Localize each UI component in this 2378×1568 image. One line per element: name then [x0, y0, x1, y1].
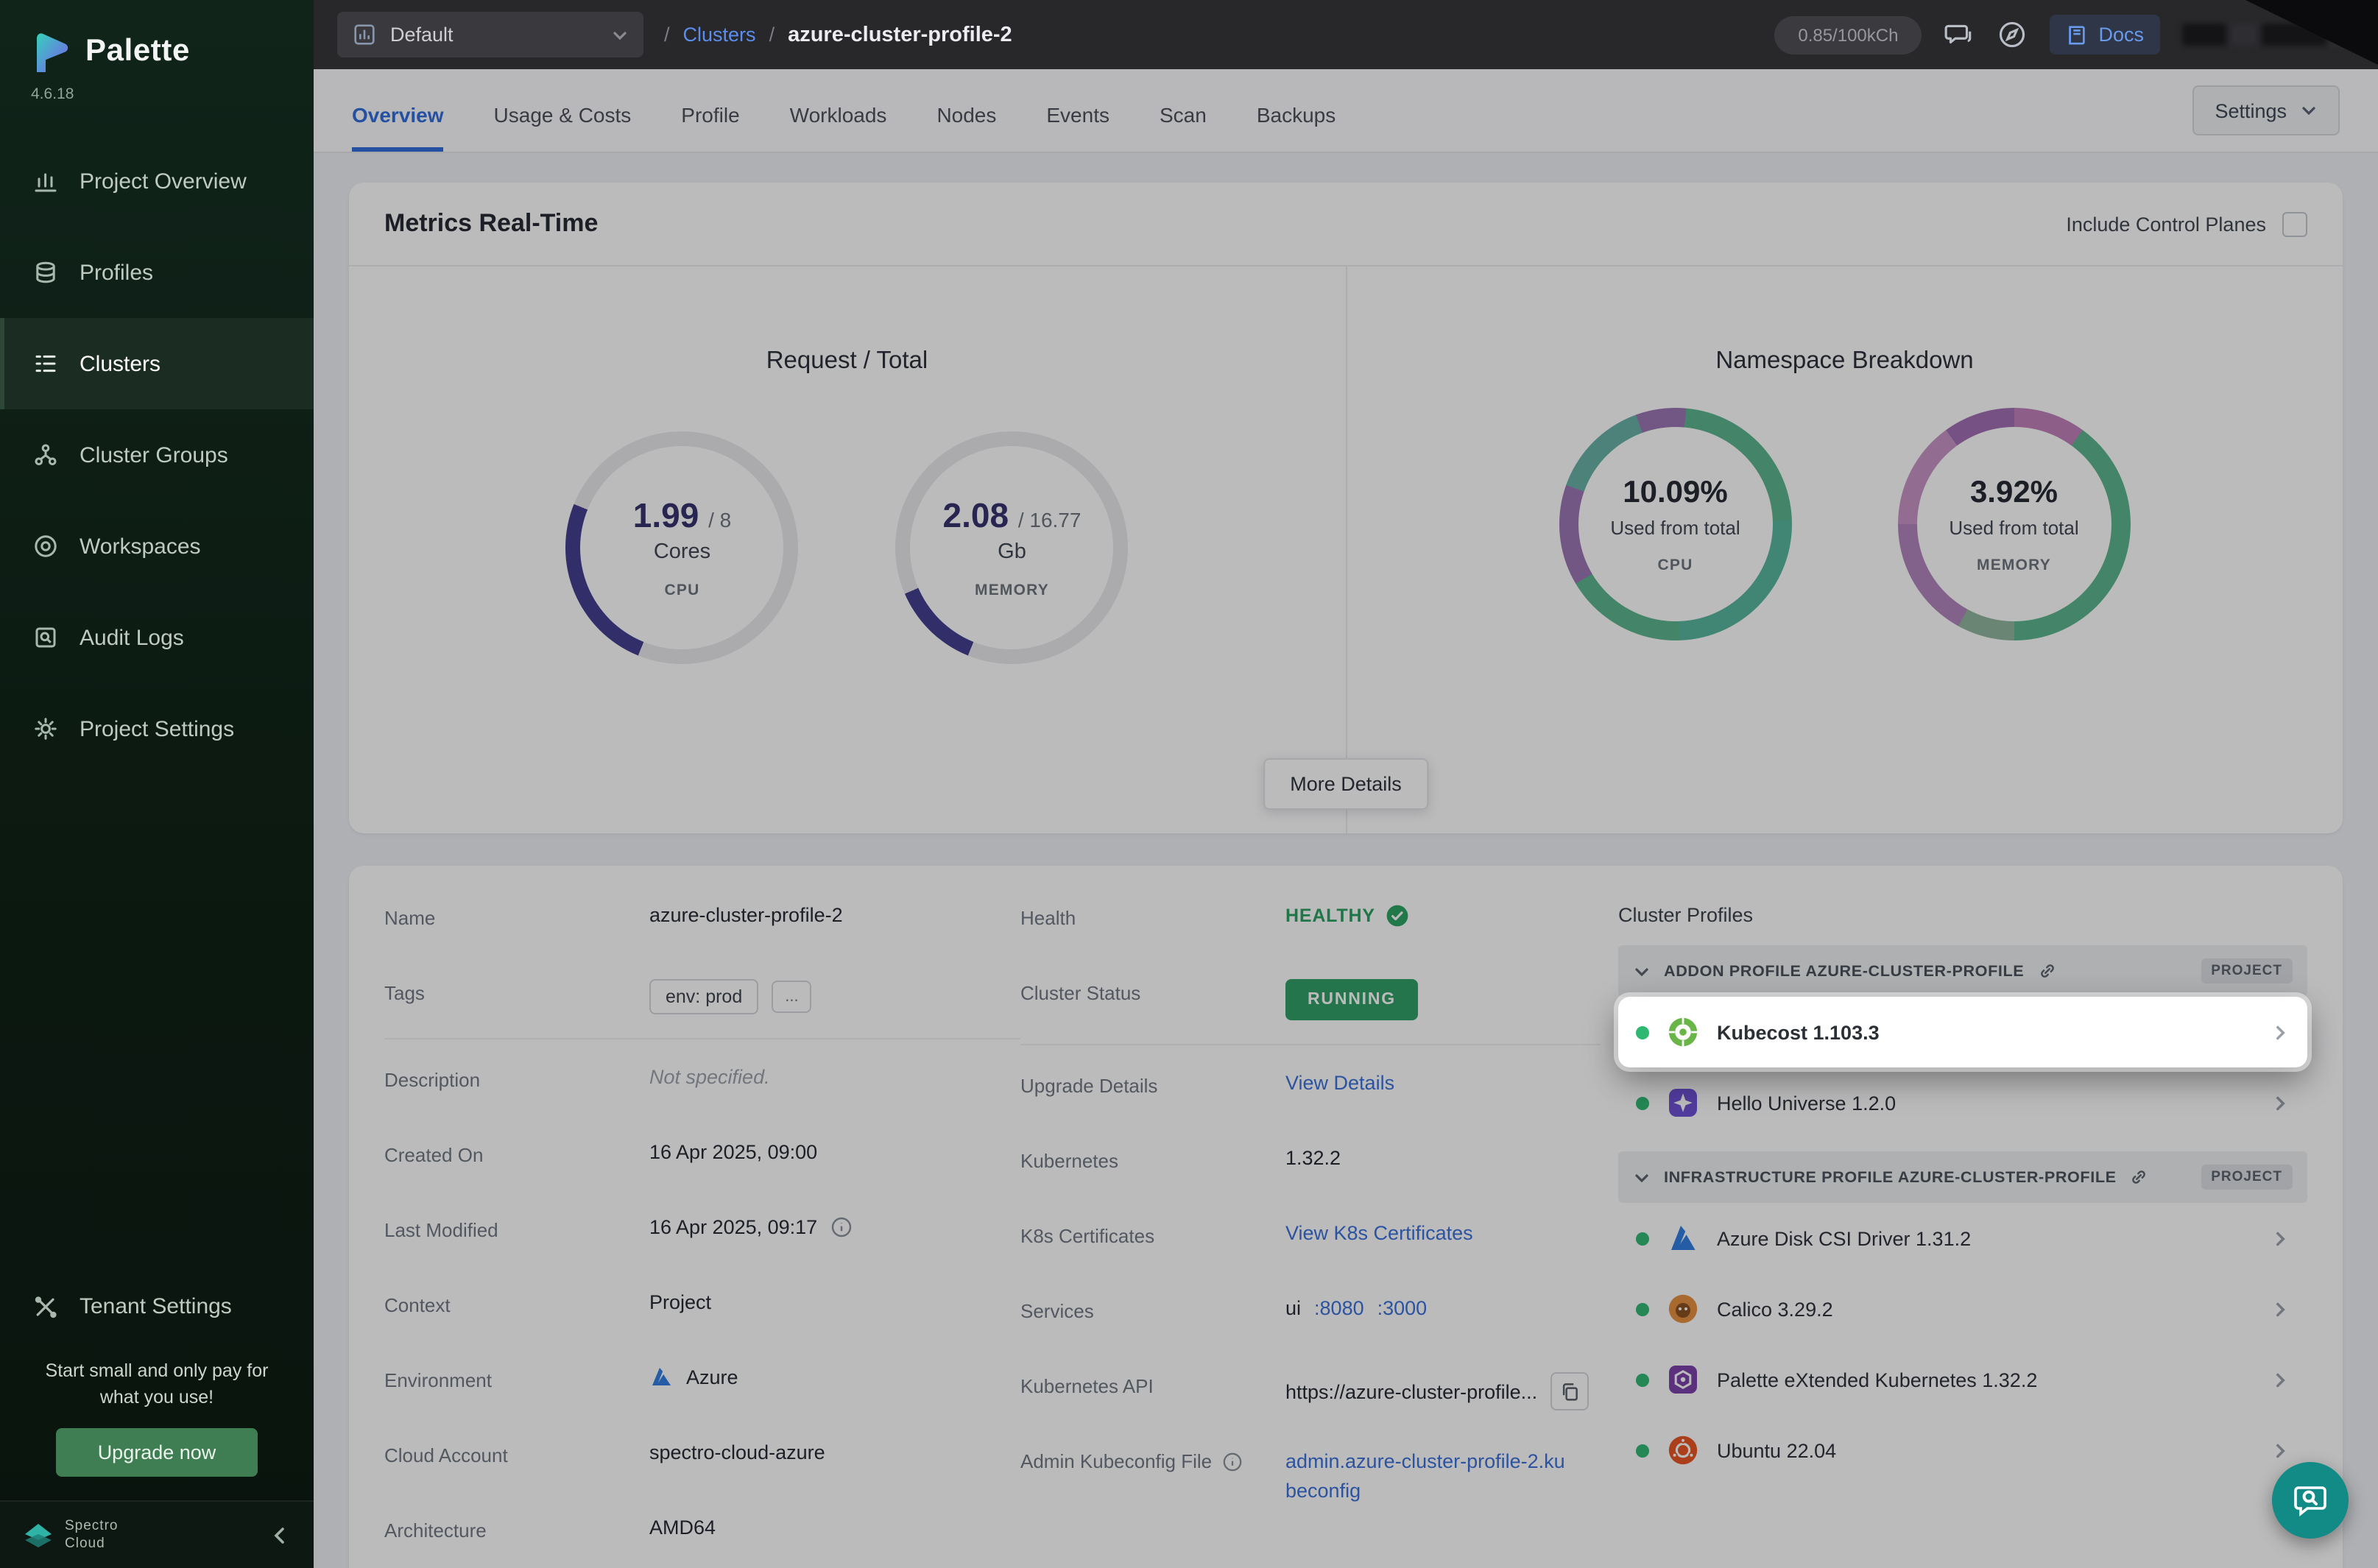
breadcrumb-separator: /: [664, 24, 670, 46]
profile-item-name: Kubecost 1.103.3: [1717, 1021, 1880, 1043]
sidebar-item-label: Audit Logs: [80, 625, 184, 650]
sidebar-collapse-button[interactable]: [269, 1525, 290, 1545]
chevron-right-icon: [2271, 1023, 2290, 1042]
brand-footer: Spectro Cloud: [0, 1500, 314, 1568]
sidebar-bottom: Tenant Settings Start small and only pay…: [0, 1266, 314, 1568]
upgrade-promo-text: Start small and only pay for what you us…: [0, 1349, 314, 1426]
corner-cursor-artifact: [2245, 0, 2378, 65]
app-version: 4.6.18: [0, 82, 314, 103]
project-chart-icon: [352, 22, 377, 47]
audit-search-icon: [32, 624, 59, 651]
sidebar-item-project-settings[interactable]: Project Settings: [0, 683, 314, 774]
logo-row: Palette: [0, 0, 314, 82]
docs-button[interactable]: Docs: [2050, 15, 2160, 54]
sidebar-item-tenant-settings[interactable]: Tenant Settings: [0, 1266, 314, 1349]
breadcrumb-current-cluster: azure-cluster-profile-2: [788, 23, 1012, 46]
kubecost-icon: [1667, 1016, 1699, 1048]
sidebar-item-label: Workspaces: [80, 534, 201, 559]
sidebar-item-profiles[interactable]: Profiles: [0, 227, 314, 318]
sidebar-nav: Project Overview Profiles Clusters Clust…: [0, 135, 314, 774]
chevron-down-icon: [611, 26, 629, 43]
upgrade-now-button[interactable]: Upgrade now: [57, 1428, 258, 1477]
book-icon: [2066, 24, 2088, 46]
layers-icon: [32, 259, 59, 286]
app-name: Palette: [85, 34, 190, 69]
sidebar-item-label: Cluster Groups: [80, 442, 228, 467]
brand-line1: Spectro: [65, 1517, 119, 1533]
sidebar-item-label: Project Settings: [80, 716, 234, 741]
brand-name: Spectro Cloud: [65, 1517, 119, 1553]
palette-logo-icon: [29, 29, 71, 74]
project-selector-value: Default: [390, 24, 454, 46]
status-dot-green: [1636, 1025, 1649, 1039]
sidebar-item-workspaces[interactable]: Workspaces: [0, 501, 314, 592]
breadcrumb-separator: /: [769, 24, 775, 46]
docs-label: Docs: [2098, 24, 2144, 46]
profile-item-kubecost[interactable]: Kubecost 1.103.3: [1618, 997, 2307, 1067]
spotlight-dim-overlay: [314, 69, 2378, 1568]
gear-icon: [32, 716, 59, 742]
sidebar-item-project-overview[interactable]: Project Overview: [0, 135, 314, 227]
spectro-cloud-logo-icon: [24, 1522, 53, 1548]
target-icon: [32, 533, 59, 559]
project-selector[interactable]: Default: [337, 12, 643, 57]
usage-quota-pill: 0.85/100kCh: [1774, 15, 1922, 54]
sidebar: Palette 4.6.18 Project Overview Profiles: [0, 0, 314, 1568]
clusters-list-icon: [32, 350, 59, 377]
sidebar-item-label: Tenant Settings: [80, 1295, 232, 1320]
compass-icon[interactable]: [1997, 19, 2028, 50]
nodes-graph-icon: [32, 442, 59, 468]
palette-app: Palette 4.6.18 Project Overview Profiles: [0, 0, 2378, 1568]
sidebar-item-cluster-groups[interactable]: Cluster Groups: [0, 409, 314, 501]
breadcrumb: / Clusters / azure-cluster-profile-2: [664, 23, 1012, 46]
topbar: Default / Clusters / azure-cluster-profi…: [314, 0, 2378, 69]
help-search-fab[interactable]: [2272, 1462, 2349, 1539]
breadcrumb-clusters-link[interactable]: Clusters: [683, 24, 756, 46]
sidebar-item-label: Project Overview: [80, 169, 247, 194]
tools-icon: [32, 1294, 59, 1321]
brand-line2: Cloud: [65, 1535, 105, 1551]
sidebar-item-clusters[interactable]: Clusters: [0, 318, 314, 409]
search-bubble-icon: [2291, 1481, 2329, 1519]
sidebar-item-label: Clusters: [80, 351, 160, 376]
bar-chart-icon: [32, 168, 59, 194]
sidebar-item-audit-logs[interactable]: Audit Logs: [0, 592, 314, 683]
chat-icon[interactable]: [1944, 19, 1975, 50]
sidebar-item-label: Profiles: [80, 260, 153, 285]
